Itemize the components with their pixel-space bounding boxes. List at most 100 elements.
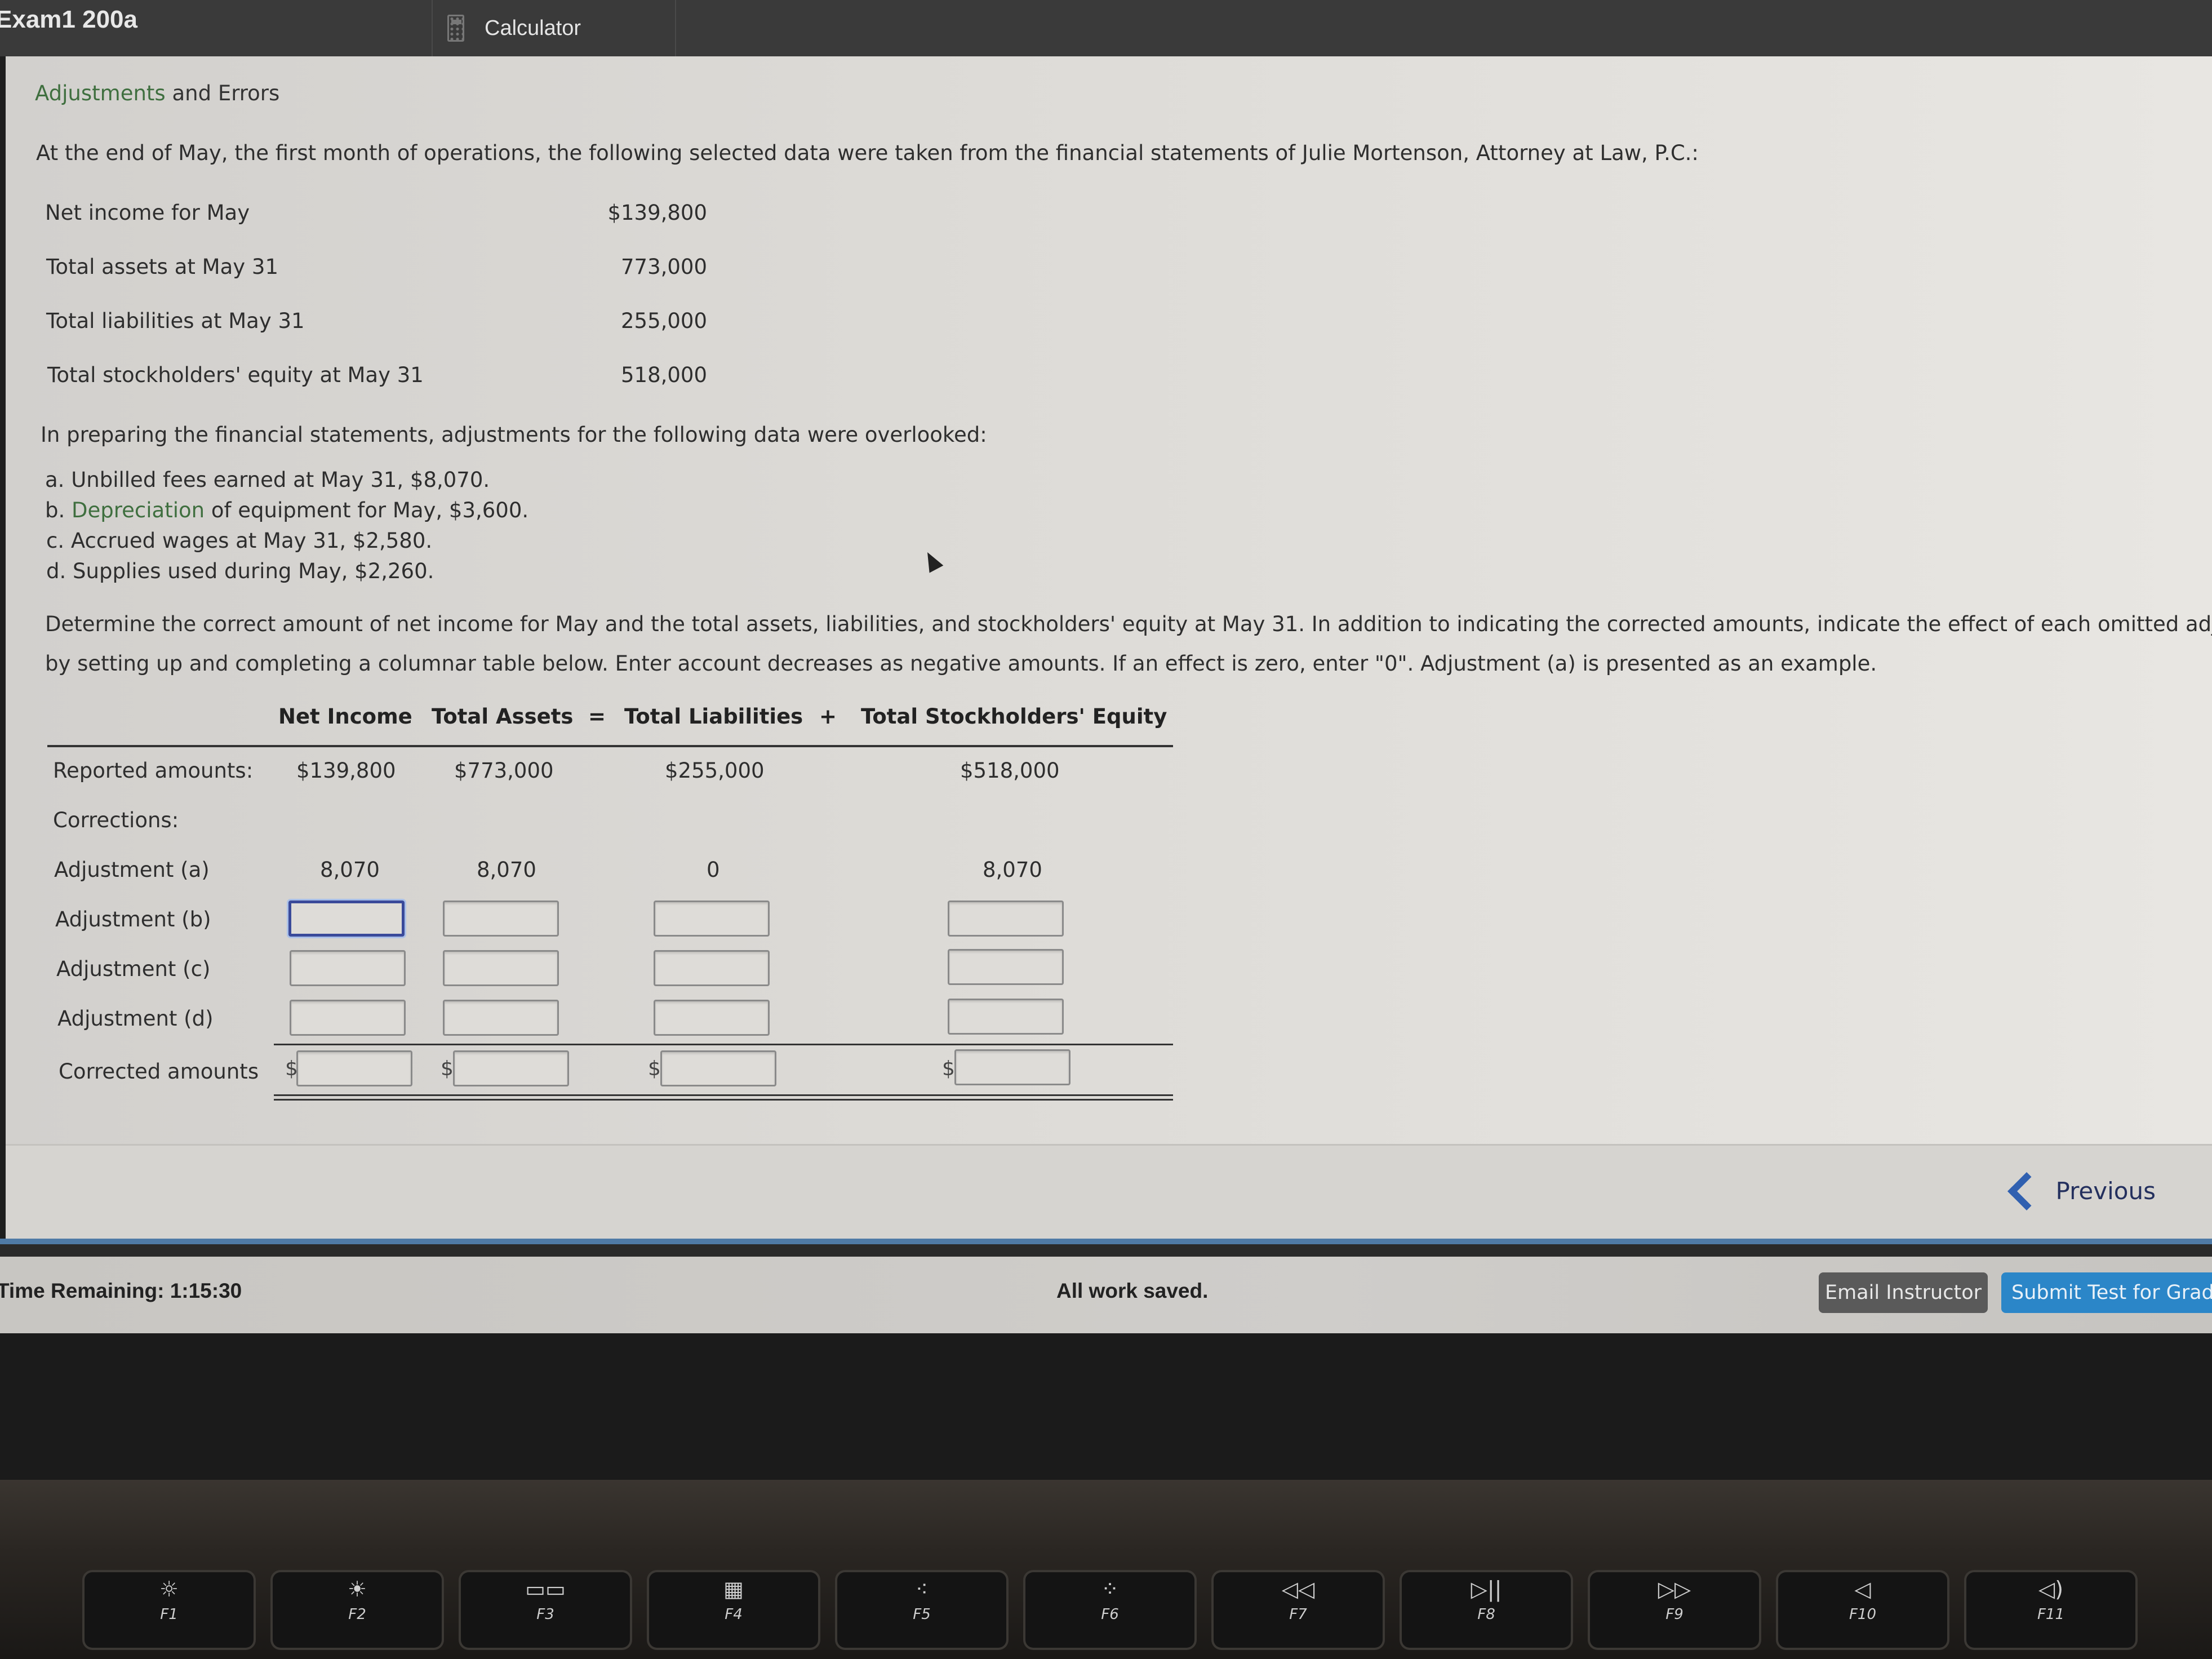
corrected-net-income-input[interactable] xyxy=(296,1050,412,1086)
save-status: All work saved. xyxy=(1056,1279,1209,1302)
brightness-down-icon: ☼ xyxy=(159,1577,179,1602)
corrected-total-assets-input[interactable] xyxy=(453,1050,569,1086)
column-header-net-income: Net Income xyxy=(278,704,412,729)
data-value-total-liabilities: 255,000 xyxy=(620,309,707,333)
column-header-total-liabilities: Total Liabilities xyxy=(624,704,803,729)
rewind-icon: ◁◁ xyxy=(1281,1577,1315,1602)
reported-amounts-label: Reported amounts: xyxy=(53,758,254,783)
question-panel: Adjustments and Errors At the end of May… xyxy=(6,56,2212,1144)
key-f6[interactable]: ⁘ F6 xyxy=(1025,1572,1194,1648)
total-double-rule-bottom xyxy=(274,1099,1173,1101)
key-f1[interactable]: ☼ F1 xyxy=(85,1572,254,1648)
subtotal-rule xyxy=(274,1044,1173,1045)
adjustment-c-total-liabilities-input[interactable] xyxy=(654,950,770,986)
brightness-up-icon: ☀ xyxy=(347,1577,367,1602)
plus-sign: + xyxy=(819,704,837,729)
section-title: Adjustments and Errors xyxy=(35,81,280,105)
fast-forward-icon: ▷▷ xyxy=(1658,1577,1691,1602)
key-f9[interactable]: ▷▷ F9 xyxy=(1590,1572,1759,1648)
reported-stockholders-equity: $518,000 xyxy=(960,758,1060,783)
key-f2[interactable]: ☀ F2 xyxy=(273,1572,442,1648)
adjustment-a-total-assets: 8,070 xyxy=(477,858,536,882)
data-value-stockholders-equity: 518,000 xyxy=(620,363,707,387)
adjustment-b-net-income-input[interactable] xyxy=(288,901,405,937)
data-label-total-assets: Total assets at May 31 xyxy=(46,255,278,279)
overlooked-item-b: b. Depreciation of equipment for May, $3… xyxy=(45,498,529,522)
calculator-label: Calculator xyxy=(485,16,581,40)
problem-intro: At the end of May, the first month of op… xyxy=(36,141,1699,165)
adjustment-a-net-income: 8,070 xyxy=(320,858,380,882)
corrected-stockholders-equity-input[interactable] xyxy=(954,1049,1071,1085)
divider xyxy=(0,1244,2212,1257)
play-pause-icon: ▷|| xyxy=(1471,1577,1502,1602)
corrected-amounts-label: Corrected amounts xyxy=(59,1059,259,1084)
overlooked-item-a: a. Unbilled fees earned at May 31, $8,07… xyxy=(45,468,490,492)
launchpad-icon: ▦ xyxy=(723,1577,744,1602)
mouse-cursor-icon xyxy=(920,548,944,573)
adjustment-c-net-income-input[interactable] xyxy=(290,950,406,986)
key-f5[interactable]: ⁖ F5 xyxy=(837,1572,1006,1648)
corrected-total-liabilities-input[interactable] xyxy=(660,1050,776,1086)
exam-title: Exam1 200a xyxy=(0,6,137,33)
key-f11[interactable]: ◁) F11 xyxy=(1966,1572,2135,1648)
app-title-bar: Exam1 200a Calculator xyxy=(0,0,2212,56)
adjustment-a-total-liabilities: 0 xyxy=(707,858,720,882)
overlooked-intro: In preparing the financial statements, a… xyxy=(41,423,987,447)
data-value-total-assets: 773,000 xyxy=(620,255,707,279)
status-bar: Time Remaining: 1:15:30 All work saved. … xyxy=(0,1257,2212,1333)
reported-total-liabilities: $255,000 xyxy=(665,758,765,783)
total-double-rule-top xyxy=(274,1094,1173,1096)
mission-control-icon: ▭▭ xyxy=(525,1577,566,1602)
column-header-total-assets: Total Assets xyxy=(432,704,574,729)
corrections-label: Corrections: xyxy=(53,808,179,832)
volume-down-icon: ◁) xyxy=(2038,1577,2064,1602)
submit-test-button[interactable]: Submit Test for Grading xyxy=(2001,1272,2212,1313)
data-label-net-income: Net income for May xyxy=(45,201,250,225)
divider xyxy=(0,1239,2212,1244)
overlooked-item-d: d. Supplies used during May, $2,260. xyxy=(46,559,434,583)
adjustment-b-total-assets-input[interactable] xyxy=(443,901,559,937)
data-label-total-liabilities: Total liabilities at May 31 xyxy=(46,309,305,333)
data-label-stockholders-equity: Total stockholders' equity at May 31 xyxy=(47,363,424,387)
previous-button[interactable]: Previous xyxy=(2007,1172,2156,1210)
adjustment-b-total-liabilities-input[interactable] xyxy=(654,901,770,937)
keyboard-light-down-icon: ⁖ xyxy=(915,1577,929,1602)
laptop-bezel xyxy=(0,1333,2212,1480)
adjustment-b-label: Adjustment (b) xyxy=(55,907,211,931)
calculator-tab[interactable]: Calculator xyxy=(432,0,676,56)
previous-label: Previous xyxy=(2055,1177,2156,1205)
mute-icon: ◁ xyxy=(1854,1577,1871,1602)
adjustment-c-stockholders-equity-input[interactable] xyxy=(948,949,1064,985)
section-title-link[interactable]: Adjustments xyxy=(35,81,166,105)
calculator-icon xyxy=(447,15,464,42)
adjustment-c-label: Adjustment (c) xyxy=(56,957,211,981)
depreciation-link[interactable]: Depreciation xyxy=(72,498,205,522)
adjustment-a-stockholders-equity: 8,070 xyxy=(983,858,1042,882)
adjustment-c-total-assets-input[interactable] xyxy=(443,950,559,986)
adjustment-d-net-income-input[interactable] xyxy=(290,1000,406,1036)
column-header-stockholders-equity: Total Stockholders' Equity xyxy=(861,704,1167,729)
adjustment-d-total-liabilities-input[interactable] xyxy=(654,1000,770,1036)
time-remaining: Time Remaining: 1:15:30 xyxy=(0,1279,242,1302)
key-f8[interactable]: ▷|| F8 xyxy=(1402,1572,1571,1648)
currency-symbol: $ xyxy=(942,1057,955,1080)
reported-total-assets: $773,000 xyxy=(454,758,554,783)
adjustment-a-label: Adjustment (a) xyxy=(54,858,210,882)
reported-net-income: $139,800 xyxy=(296,758,396,783)
adjustment-d-total-assets-input[interactable] xyxy=(443,1000,559,1036)
navigation-bar: Previous xyxy=(6,1144,2212,1240)
equals-sign: = xyxy=(588,704,606,729)
key-f7[interactable]: ◁◁ F7 xyxy=(1214,1572,1383,1648)
adjustment-b-stockholders-equity-input[interactable] xyxy=(948,901,1064,937)
currency-symbol: $ xyxy=(441,1057,454,1080)
adjustment-d-label: Adjustment (d) xyxy=(57,1006,214,1031)
keyboard-light-up-icon: ⁘ xyxy=(1101,1577,1119,1602)
email-instructor-button[interactable]: Email Instructor xyxy=(1819,1272,1988,1313)
header-rule xyxy=(47,745,1173,747)
key-f3[interactable]: ▭▭ F3 xyxy=(461,1572,630,1648)
adjustment-d-stockholders-equity-input[interactable] xyxy=(948,999,1064,1035)
key-f10[interactable]: ◁ F10 xyxy=(1778,1572,1947,1648)
key-f4[interactable]: ▦ F4 xyxy=(649,1572,818,1648)
currency-symbol: $ xyxy=(648,1057,661,1080)
instructions-line-2: by setting up and completing a columnar … xyxy=(45,651,1877,676)
